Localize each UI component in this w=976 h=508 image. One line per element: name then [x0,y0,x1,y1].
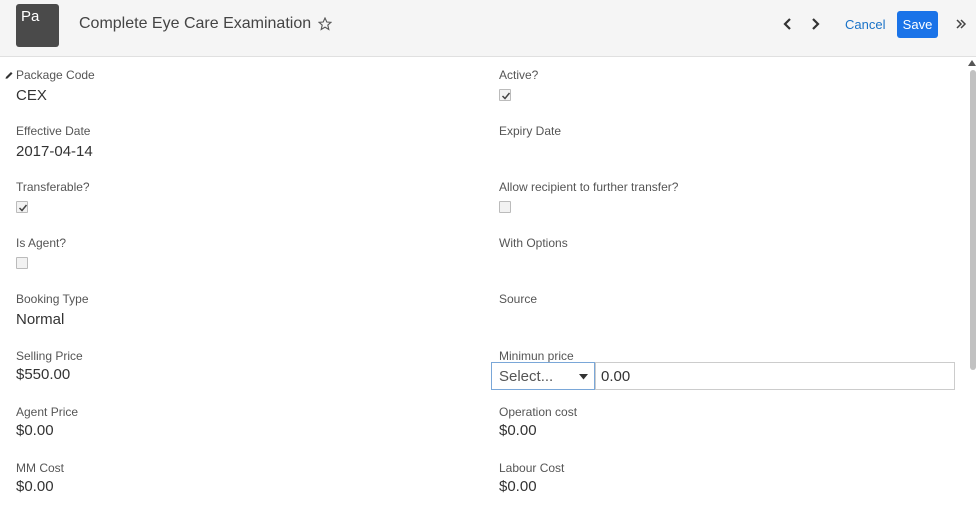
operation-cost-label: Operation cost [499,405,578,419]
record-avatar: Pa [16,4,59,47]
cancel-button[interactable]: Cancel [845,17,885,32]
currency-select[interactable]: Select... [491,362,595,390]
allow-further-transfer-checkbox[interactable] [499,201,511,213]
active-label: Active? [499,68,539,82]
transferable-checkbox[interactable] [16,201,28,213]
active-checkbox[interactable] [499,89,511,101]
chevron-left-icon[interactable] [782,17,794,31]
scrollbar-thumb[interactable] [970,70,976,370]
agent-price-value[interactable]: $0.00 [16,422,54,439]
minimum-price-input[interactable]: 0.00 [595,362,955,390]
currency-select-value: Select... [499,368,554,385]
transferable-label: Transferable? [16,180,90,194]
control-panel-header: Pa Complete Eye Care Examination Cancel … [0,0,976,57]
save-button[interactable]: Save [897,11,938,38]
star-icon[interactable] [318,17,332,31]
is-agent-checkbox[interactable] [16,257,28,269]
labour-cost-label: Labour Cost [499,461,565,475]
selling-price-value[interactable]: $550.00 [16,366,70,383]
minimum-price-label: Minimun price [499,349,574,363]
agent-price-label: Agent Price [16,405,79,419]
operation-cost-value[interactable]: $0.00 [499,422,537,439]
effective-date-value[interactable]: 2017-04-14 [16,143,93,160]
pencil-icon [5,72,13,79]
chevron-right-icon[interactable] [809,17,821,31]
package-code-label: Package Code [16,68,95,82]
allow-further-transfer-label: Allow recipient to further transfer? [499,180,679,194]
booking-type-label: Booking Type [16,292,89,306]
package-code-value[interactable]: CEX [16,87,47,104]
booking-type-value[interactable]: Normal [16,311,64,328]
labour-cost-value[interactable]: $0.00 [499,478,537,495]
page-title: Complete Eye Care Examination [79,15,312,32]
selling-price-label: Selling Price [16,349,83,363]
scroll-up-arrow-icon[interactable] [968,60,976,66]
caret-down-icon [579,374,588,380]
with-options-label: With Options [499,236,568,250]
mm-cost-label: MM Cost [16,461,64,475]
effective-date-label: Effective Date [16,124,91,138]
double-chevron-right-icon[interactable] [955,18,967,30]
is-agent-label: Is Agent? [16,236,67,250]
source-label: Source [499,292,538,306]
expiry-date-label: Expiry Date [499,124,562,138]
mm-cost-value[interactable]: $0.00 [16,478,54,495]
